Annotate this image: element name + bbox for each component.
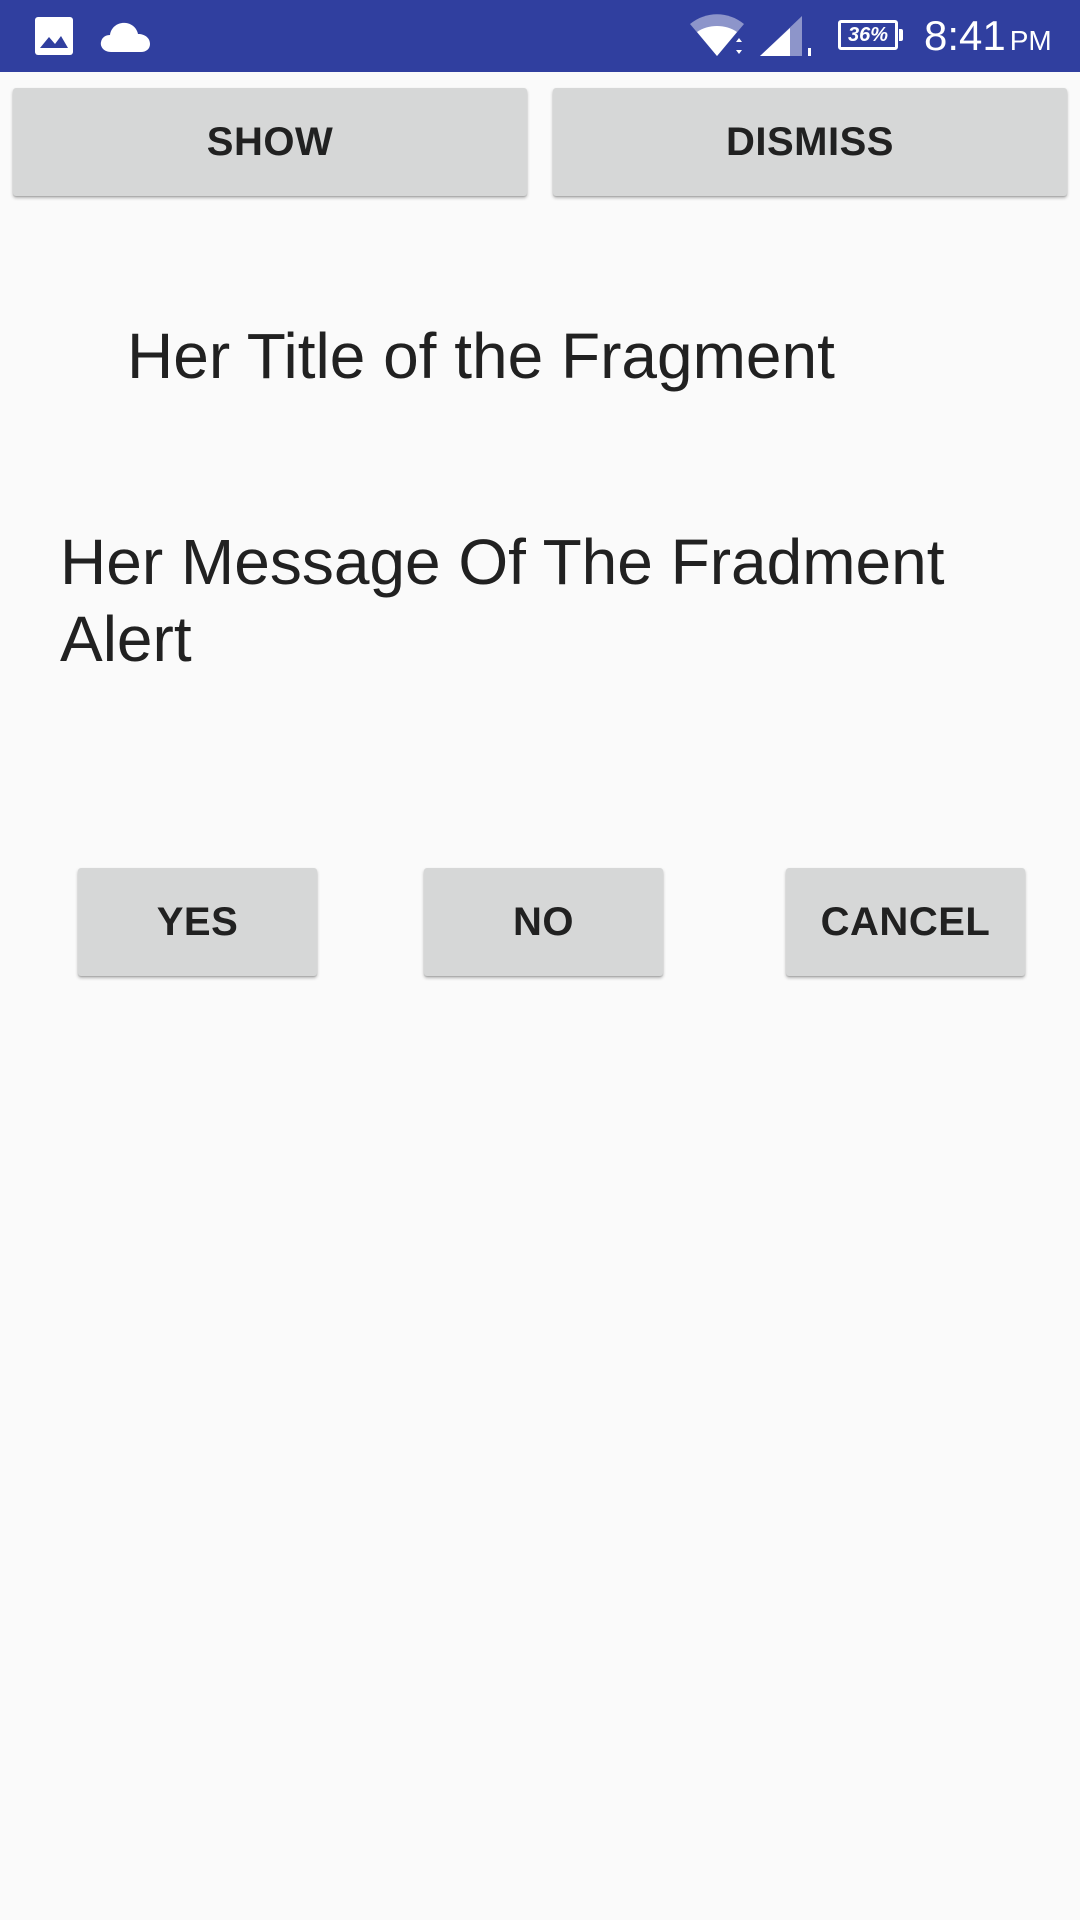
clock-ampm: PM	[1009, 25, 1052, 56]
battery-icon: 36%	[838, 20, 903, 50]
image-icon	[35, 17, 73, 55]
clock: 8:41 PM	[924, 10, 1052, 67]
cloud-icon	[100, 22, 150, 52]
cancel-button[interactable]: CANCEL	[786, 868, 1025, 976]
show-button[interactable]: SHOW	[13, 88, 527, 196]
wifi-icon	[690, 14, 744, 56]
yes-button[interactable]: YES	[78, 868, 317, 976]
dismiss-button[interactable]: DISMISS	[553, 88, 1067, 196]
no-button[interactable]: NO	[424, 868, 663, 976]
fragment-title: Her Title of the Fragment	[127, 320, 835, 392]
status-bar: 36% 8:41 PM	[0, 0, 1080, 72]
signal-icon	[760, 16, 811, 56]
clock-time: 8:41	[924, 12, 1006, 59]
fragment-message: Her Message Of The Fradment Alert	[60, 526, 945, 675]
